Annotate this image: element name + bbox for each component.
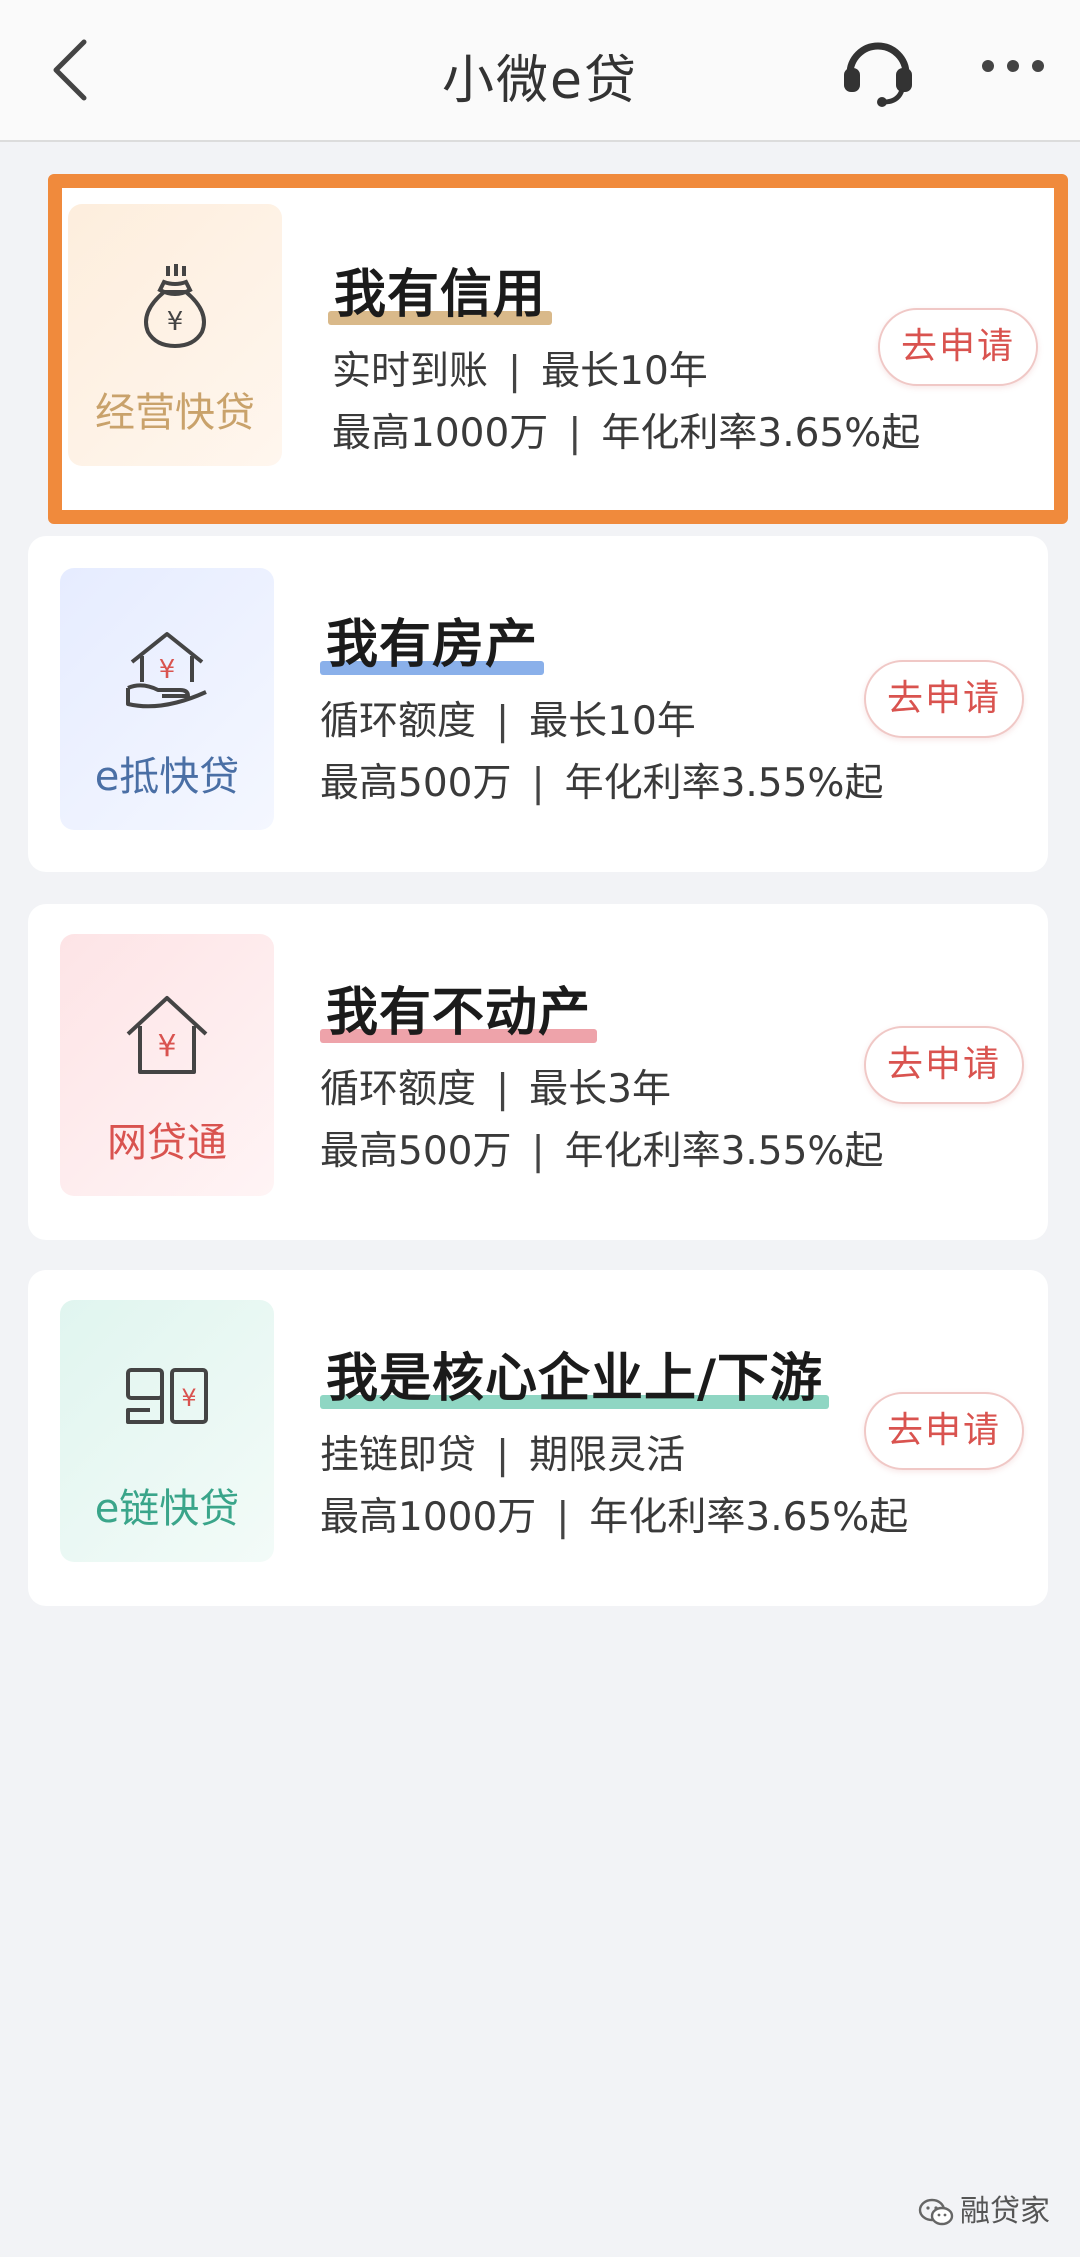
product-name: 网贷通 [107, 1120, 227, 1166]
product-tile: ¥ 经营快贷 [68, 204, 282, 466]
svg-text:¥: ¥ [157, 1029, 176, 1064]
watermark-text: 融贷家 [960, 2194, 1050, 2229]
headset-icon[interactable] [838, 28, 918, 108]
product-name: 经营快贷 [95, 390, 255, 436]
top-bar: 小微e贷 [0, 0, 1080, 142]
product-name: e链快贷 [94, 1486, 240, 1532]
page-title: 小微e贷 [442, 51, 638, 111]
product-heading: 我有信用 [328, 252, 553, 327]
chain-blocks-yen-icon: ¥ [126, 1368, 208, 1424]
product-features: 循环额度 | 最长10年 [320, 699, 696, 744]
apply-button[interactable]: 去申请 [878, 308, 1038, 386]
more-dots-icon[interactable] [978, 54, 1048, 78]
product-heading: 我是核心企业上/下游 [320, 1336, 829, 1411]
product-heading: 我有不动产 [320, 970, 598, 1045]
svg-text:¥: ¥ [159, 655, 176, 685]
product-limit-rate: 最高1000万 | 年化利率3.65%起 [332, 411, 921, 456]
wechat-icon [918, 2198, 954, 2225]
apply-button[interactable]: 去申请 [864, 1392, 1024, 1470]
product-limit-rate: 最高1000万 | 年化利率3.65%起 [320, 1495, 909, 1540]
product-card-property[interactable]: ¥ e抵快贷 我有房产 循环额度 | 最长10年 最高500万 | 年化利率3.55%起… [28, 536, 1048, 872]
product-features: 挂链即贷 | 期限灵活 [320, 1433, 686, 1478]
svg-text:¥: ¥ [167, 307, 184, 337]
product-tile: ¥ 网贷通 [60, 934, 274, 1196]
product-tile: ¥ e链快贷 [60, 1300, 274, 1562]
product-heading: 我有房产 [320, 602, 545, 677]
product-limit-rate: 最高500万 | 年化利率3.55%起 [320, 1129, 884, 1174]
product-limit-rate: 最高500万 | 年化利率3.55%起 [320, 761, 884, 806]
house-hand-yen-icon: ¥ [126, 632, 207, 709]
product-card-supply-chain[interactable]: ¥ e链快贷 我是核心企业上/下游 挂链即贷 | 期限灵活 最高1000万 | 年化利率… [28, 1270, 1048, 1606]
product-card-credit[interactable]: ¥ 经营快贷 我有信用 实时到账 | 最长10年 最高1000万 | 年化利率3.65%… [48, 174, 1068, 524]
watermark: 融贷家 [918, 2186, 1068, 2229]
product-name: e抵快贷 [94, 754, 240, 800]
product-features: 实时到账 | 最长10年 [332, 349, 708, 394]
money-bag-yen-icon: ¥ [144, 264, 206, 349]
product-card-real-estate[interactable]: ¥ 网贷通 我有不动产 循环额度 | 最长3年 最高500万 | 年化利率3.55%起 … [28, 904, 1048, 1240]
product-features: 循环额度 | 最长3年 [320, 1067, 671, 1112]
svg-text:¥: ¥ [181, 1384, 196, 1412]
apply-button[interactable]: 去申请 [864, 1026, 1024, 1104]
apply-button[interactable]: 去申请 [864, 660, 1024, 738]
product-tile: ¥ e抵快贷 [60, 568, 274, 830]
house-yen-icon: ¥ [126, 996, 208, 1074]
